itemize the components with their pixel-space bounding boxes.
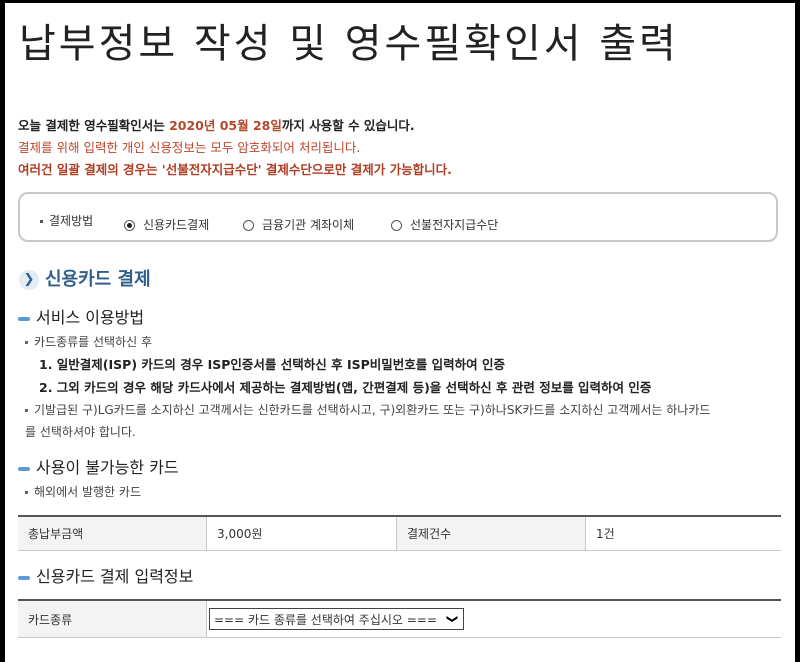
radio-bank-transfer-label: 금융기관 계좌이체 xyxy=(262,218,355,232)
card-input-title-text: 신용카드 결제 입력정보 xyxy=(36,567,194,586)
payment-method-label: 결제방법 xyxy=(40,212,93,229)
notice-encryption: 결제를 위해 입력한 개인 신용정보는 모두 암호화되어 처리됩니다. xyxy=(18,140,361,155)
service-usage-intro-text: 카드종류를 선택하신 후 xyxy=(34,335,153,349)
radio-unchecked-icon[interactable] xyxy=(391,220,402,231)
radio-credit-card-label: 신용카드결제 xyxy=(143,218,210,232)
unavailable-cards-title-text: 사용이 불가능한 카드 xyxy=(36,458,179,477)
notice-validity-date: 2020년 05월 28일 xyxy=(169,118,282,133)
service-usage-step-1: 1. 일반결제(ISP) 카드의 경우 ISP인증서를 선택하신 후 ISP비밀… xyxy=(39,357,505,372)
card-type-cell: === 카드 종류를 선택하여 주십시오 === ❯ xyxy=(206,600,781,638)
radio-bank-transfer[interactable]: 금융기관 계좌이체 xyxy=(243,216,354,233)
service-usage-title: 서비스 이용방법 xyxy=(18,304,144,328)
bullet-dot-icon xyxy=(25,409,28,412)
bullet-dot-icon xyxy=(25,341,28,344)
card-type-select[interactable]: === 카드 종류를 선택하여 주십시오 === ❯ xyxy=(209,608,464,630)
section-bar-icon xyxy=(18,316,30,321)
radio-prepaid-label: 선불전자지급수단 xyxy=(410,218,499,232)
section-bar-icon xyxy=(18,466,30,471)
notice-validity-post: 까지 사용할 수 있습니다. xyxy=(281,118,415,133)
table-row: 총납부금액 3,000원 결제건수 1건 xyxy=(18,516,781,551)
page-title: 납부정보 작성 및 영수필확인서 출력 xyxy=(19,21,679,67)
notice-bulk-payment: 여러건 일괄 결제의 경우는 '선불전자지급수단' 결제수단으로만 결제가 가능… xyxy=(18,162,452,177)
chevron-right-circle-icon: ❯ xyxy=(19,270,39,290)
radio-checked-icon[interactable] xyxy=(124,220,135,231)
payment-summary-table: 총납부금액 3,000원 결제건수 1건 xyxy=(18,515,781,551)
payment-count-label: 결제건수 xyxy=(396,516,586,551)
total-amount-value: 3,000원 xyxy=(206,516,397,551)
bullet-dot-icon xyxy=(25,491,28,494)
notice-validity-pre: 오늘 결제한 영수필확인서는 xyxy=(18,118,170,133)
service-usage-step-2: 2. 그외 카드의 경우 해당 카드사에서 제공하는 결제방법(앱, 간편결제 … xyxy=(39,380,652,395)
unavailable-cards-item-text: 해외에서 발행한 카드 xyxy=(34,485,141,499)
table-row: 카드종류 === 카드 종류를 선택하여 주십시오 === ❯ xyxy=(18,600,781,638)
card-type-label: 카드종류 xyxy=(18,600,207,638)
card-type-select-value: === 카드 종류를 선택하여 주십시오 === xyxy=(214,612,437,627)
service-usage-note-1: 기발급된 구)LG카드를 소지하신 고객께서는 신한카드를 선택하시고, 구)외… xyxy=(25,401,710,418)
radio-credit-card[interactable]: 신용카드결제 xyxy=(124,216,209,233)
unavailable-cards-item: 해외에서 발행한 카드 xyxy=(25,483,141,500)
credit-card-section-title-text: 신용카드 결제 xyxy=(45,269,151,290)
radio-unchecked-icon[interactable] xyxy=(243,220,254,231)
notice-validity: 오늘 결제한 영수필확인서는 2020년 05월 28일까지 사용할 수 있습니… xyxy=(18,115,415,134)
payment-method-box: 결제방법 신용카드결제 금융기관 계좌이체 선불전자지급수단 xyxy=(18,192,778,242)
card-input-table: 카드종류 === 카드 종류를 선택하여 주십시오 === ❯ xyxy=(18,599,781,638)
payment-count-value: 1건 xyxy=(585,516,781,551)
radio-prepaid[interactable]: 선불전자지급수단 xyxy=(391,216,498,233)
payment-method-label-text: 결제방법 xyxy=(49,214,94,228)
total-amount-label: 총납부금액 xyxy=(18,516,207,551)
credit-card-section-title: ❯ 신용카드 결제 xyxy=(19,265,151,291)
unavailable-cards-title: 사용이 불가능한 카드 xyxy=(18,454,179,478)
card-input-title: 신용카드 결제 입력정보 xyxy=(18,563,193,587)
section-bar-icon xyxy=(18,575,30,580)
service-usage-note-2: 를 선택하셔야 합니다. xyxy=(25,425,136,439)
service-usage-note-1-text: 기발급된 구)LG카드를 소지하신 고객께서는 신한카드를 선택하시고, 구)외… xyxy=(34,403,711,417)
service-usage-title-text: 서비스 이용방법 xyxy=(36,308,145,327)
chevron-down-icon[interactable]: ❯ xyxy=(443,609,463,629)
page: 납부정보 작성 및 영수필확인서 출력 오늘 결제한 영수필확인서는 2020년… xyxy=(5,3,795,662)
service-usage-intro: 카드종류를 선택하신 후 xyxy=(25,333,152,350)
bullet-square-icon xyxy=(40,220,43,223)
